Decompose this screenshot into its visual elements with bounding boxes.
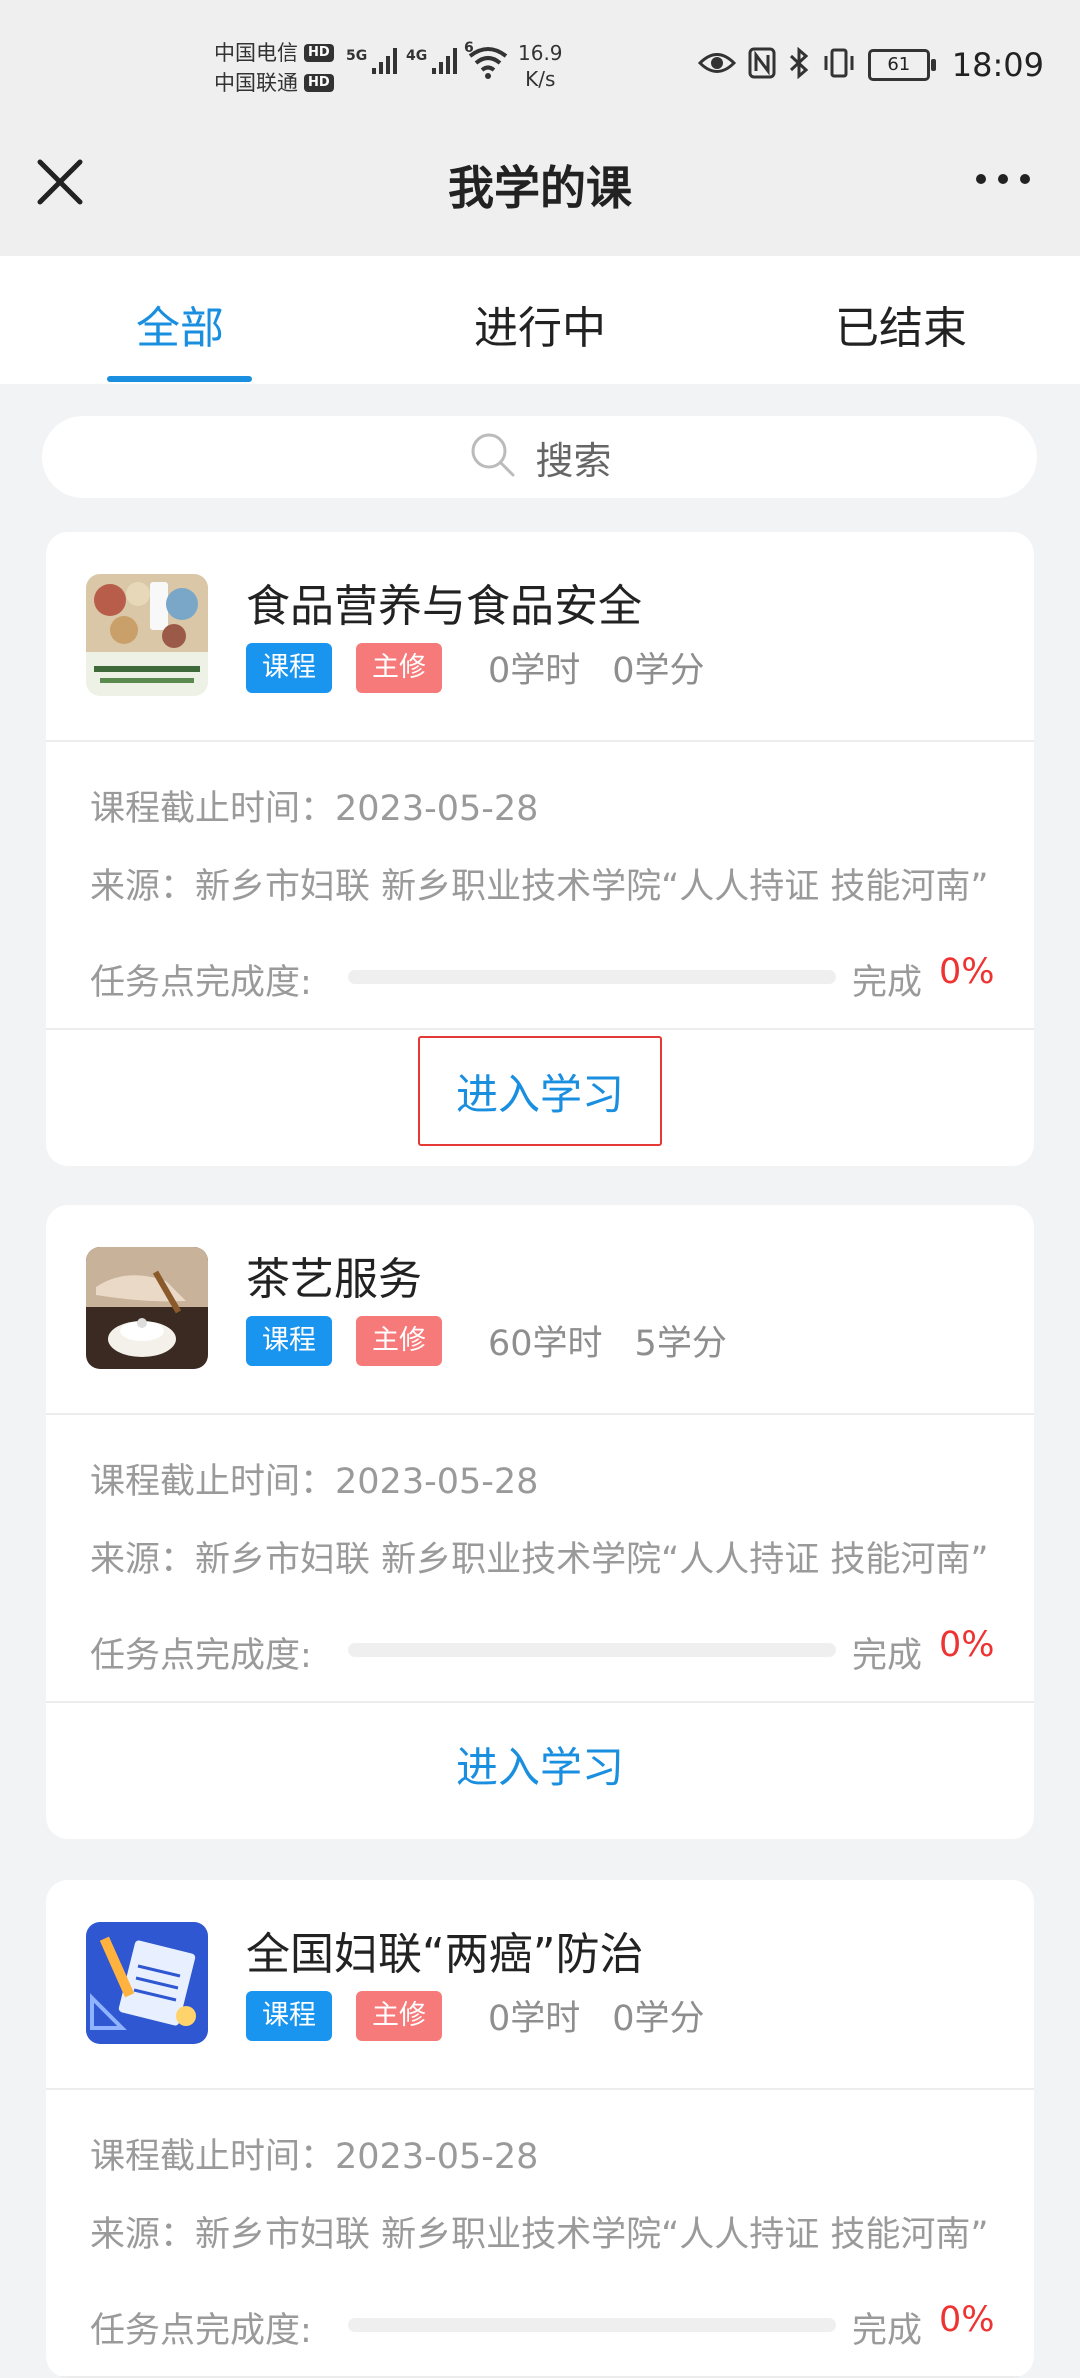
progress-label: 任务点完成度:: [90, 963, 312, 1003]
progress-label: 任务点完成度:: [90, 2311, 312, 2351]
more-icon[interactable]: [976, 174, 1030, 184]
carrier-2: 中国联通: [214, 71, 298, 95]
source-row: 来源：新乡市妇联 新乡职业技术学院“人人持证 技能河南”: [90, 867, 989, 907]
progress-bar: [348, 1643, 836, 1657]
course-title[interactable]: 食品营养与食品安全: [246, 570, 642, 634]
tab-bar: 全部 进行中 已结束: [0, 256, 1080, 384]
course-credits: 0学分: [612, 651, 705, 691]
clock: 18:09: [951, 46, 1044, 84]
required-badge: 主修: [356, 1990, 442, 2041]
required-badge: 主修: [356, 642, 442, 693]
hd-badge: HD: [304, 44, 334, 62]
source-value: 新乡市妇联 新乡职业技术学院“人人持证 技能河南”: [195, 1540, 989, 1580]
deadline-row: 课程截止时间：2023-05-28: [90, 1462, 539, 1502]
battery-icon: 61: [867, 49, 936, 81]
course-card: 食品营养与食品安全 课程 主修 0学时 0学分 课程截止时间：2023-05-2…: [46, 532, 1034, 1166]
page-title: 我学的课: [448, 161, 632, 215]
course-type-badge: 课程: [246, 642, 332, 693]
status-bar: 中国电信 HD 中国联通 HD 5G 4G 6 16.9 K/s 61 18:0…: [0, 0, 1080, 130]
progress-percent: 0%: [939, 1625, 995, 1665]
source-value: 新乡市妇联 新乡职业技术学院“人人持证 技能河南”: [195, 867, 989, 907]
deadline-row: 课程截止时间：2023-05-28: [90, 2137, 539, 2177]
eye-icon: [697, 50, 736, 80]
blue-notebook-thumb-image[interactable]: [86, 1922, 208, 2044]
nav-bar: 我学的课: [0, 130, 1080, 256]
done-label: 完成: [852, 1636, 923, 1676]
deadline-value: 2023-05-28: [335, 789, 539, 829]
wifi-icon: 6: [464, 40, 510, 84]
tea-thumb-image[interactable]: [86, 1247, 208, 1369]
required-badge: 主修: [356, 1315, 442, 1366]
course-card: 茶艺服务 课程 主修 60学时 5学分 课程截止时间：2023-05-28 来源…: [46, 1205, 1034, 1839]
signal-4g-icon: 4G: [406, 48, 458, 74]
course-title[interactable]: 茶艺服务: [246, 1243, 422, 1307]
search-placeholder: 搜索: [535, 438, 612, 483]
progress-bar: [348, 970, 836, 984]
network-speed: 16.9 K/s: [518, 41, 563, 91]
nfc-icon: [748, 47, 776, 83]
search-icon: [467, 429, 519, 485]
food-thumb-image[interactable]: [86, 574, 208, 696]
carrier-1: 中国电信: [214, 41, 298, 65]
course-title[interactable]: 全国妇联“两癌”防治: [246, 1918, 644, 1982]
source-value: 新乡市妇联 新乡职业技术学院“人人持证 技能河南”: [195, 2215, 989, 2255]
source-row: 来源：新乡市妇联 新乡职业技术学院“人人持证 技能河南”: [90, 2215, 989, 2255]
source-row: 来源：新乡市妇联 新乡职业技术学院“人人持证 技能河南”: [90, 1540, 989, 1580]
tab-active-indicator: [107, 376, 252, 382]
signal-5g-icon: 5G: [346, 48, 398, 74]
search-bar[interactable]: 搜索: [42, 416, 1037, 498]
progress-percent: 0%: [939, 2300, 995, 2340]
done-label: 完成: [852, 2311, 923, 2351]
progress-bar: [348, 2318, 836, 2332]
carrier-info: 中国电信 HD 中国联通 HD: [214, 38, 334, 98]
course-card: 全国妇联“两癌”防治 课程 主修 0学时 0学分 课程截止时间：2023-05-…: [46, 1880, 1034, 2378]
enter-study-button[interactable]: 进入学习: [418, 1709, 662, 1819]
enter-study-button[interactable]: 进入学习: [418, 1036, 662, 1146]
progress-label: 任务点完成度:: [90, 1636, 312, 1676]
course-type-badge: 课程: [246, 1990, 332, 2041]
vibrate-icon: [822, 47, 856, 83]
tab-ended[interactable]: 已结束: [771, 292, 1031, 356]
progress-percent: 0%: [939, 952, 995, 992]
done-label: 完成: [852, 963, 923, 1003]
hd-badge: HD: [304, 74, 334, 92]
course-credits: 0学分: [612, 1999, 705, 2039]
deadline-row: 课程截止时间：2023-05-28: [90, 789, 539, 829]
tab-in-progress[interactable]: 进行中: [410, 292, 670, 356]
status-icons: 61 18:09: [697, 46, 1044, 84]
course-type-badge: 课程: [246, 1315, 332, 1366]
course-credits: 5学分: [634, 1324, 727, 1364]
course-hours: 60学时: [488, 1324, 603, 1364]
course-hours: 0学时: [488, 651, 581, 691]
course-hours: 0学时: [488, 1999, 581, 2039]
deadline-value: 2023-05-28: [335, 2137, 539, 2177]
tab-all[interactable]: 全部: [50, 292, 310, 356]
deadline-value: 2023-05-28: [335, 1462, 539, 1502]
bluetooth-icon: [788, 46, 810, 83]
